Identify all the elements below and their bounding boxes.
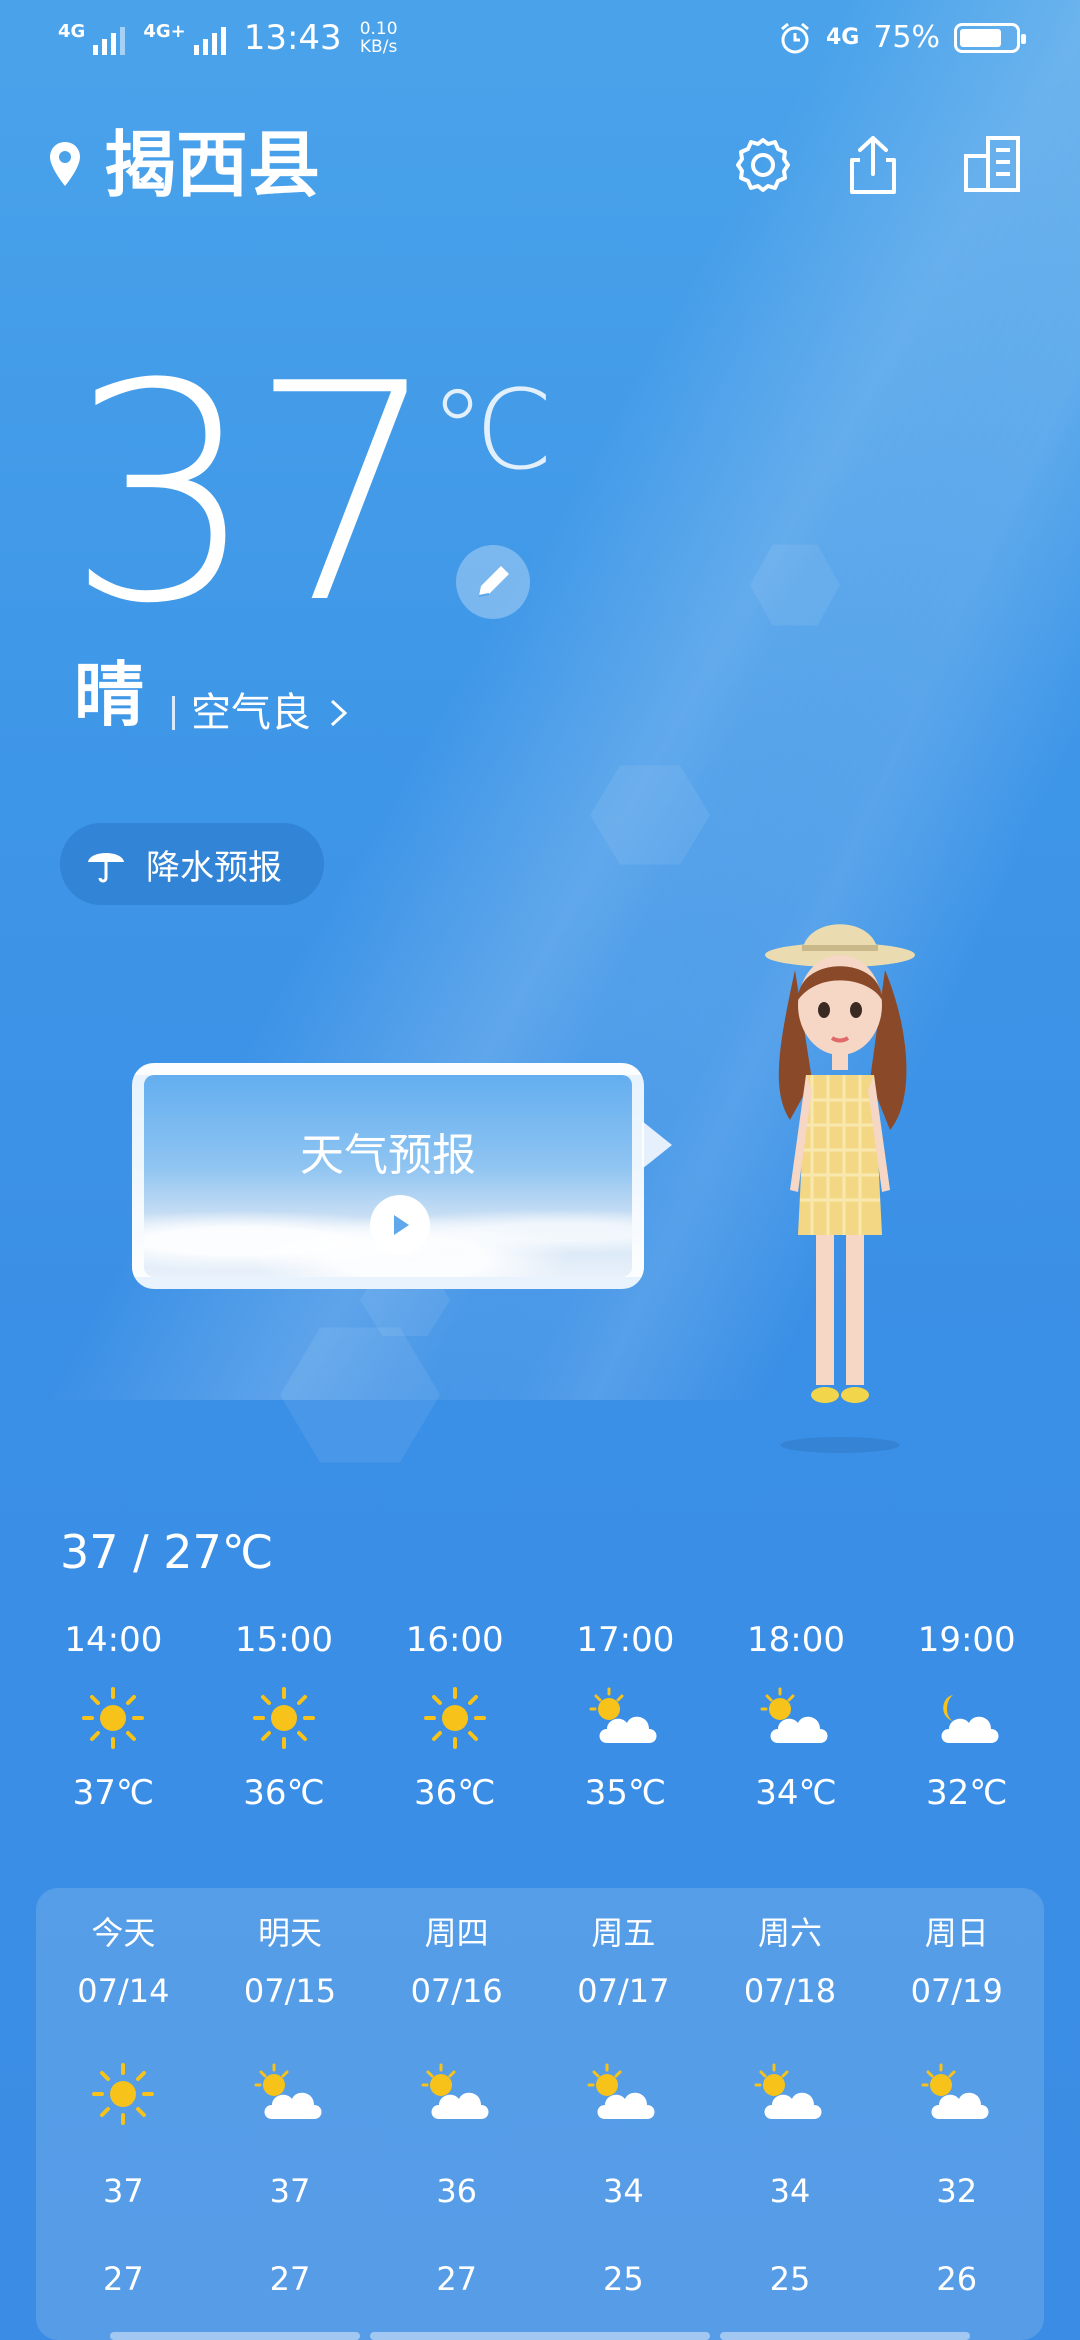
day-date: 07/17: [577, 1972, 670, 2010]
video-title: 天气预报: [300, 1130, 476, 1181]
daily-forecast[interactable]: 今天 07/14 37 27 明天 07/15 37 27 周四 07/16 3…: [36, 1888, 1044, 2340]
day-name: 周五: [591, 1914, 656, 1952]
day-high: 37: [269, 2172, 311, 2210]
night-cloudy-icon: [941, 1695, 999, 1743]
hour-time: 17:00: [576, 1620, 675, 1660]
day-low: 25: [602, 2260, 644, 2298]
network-type: 4G: [825, 25, 860, 50]
day-name: 周六: [758, 1914, 823, 1952]
decor-hexagon: [750, 544, 840, 626]
hour-temp: 32℃: [925, 1773, 1008, 1813]
hour-time: 18:00: [747, 1620, 846, 1660]
day-low: 27: [436, 2260, 478, 2298]
partly-cloudy-icon: [587, 2063, 655, 2119]
day-name: 明天: [258, 1914, 323, 1952]
today-temperature-range: 37 / 27℃: [60, 1525, 274, 1579]
weather-condition: 晴: [74, 654, 144, 736]
share-icon[interactable]: [838, 130, 908, 200]
divider: [172, 696, 175, 730]
daily-item[interactable]: 今天 07/14 37 27: [40, 1888, 207, 2340]
city-name[interactable]: 揭西县: [104, 120, 320, 210]
rain-forecast-button[interactable]: 降水预报: [60, 823, 324, 905]
status-bar: 4G 4G+ 13:43 0.10 KB/s 4G 75%: [0, 0, 1080, 80]
hour-temp: 37℃: [72, 1773, 155, 1813]
daily-item[interactable]: 周六 07/18 34 25: [707, 1888, 874, 2340]
location-pin-icon: [50, 142, 80, 186]
hour-temp: 35℃: [584, 1773, 667, 1813]
hour-time: 19:00: [917, 1620, 1016, 1660]
partly-cloudy-icon: [760, 1687, 828, 1743]
air-quality-label: 空气良: [191, 690, 311, 736]
partly-cloudy-icon: [421, 2063, 489, 2119]
edit-button[interactable]: [456, 545, 530, 619]
day-low: 27: [102, 2260, 144, 2298]
girl-avatar-illustration[interactable]: [740, 900, 940, 1460]
current-temperature: 37: [66, 320, 440, 669]
hour-time: 16:00: [405, 1620, 504, 1660]
day-date: 07/14: [77, 1972, 170, 2010]
hour-time: 15:00: [235, 1620, 333, 1660]
day-high: 36: [436, 2172, 478, 2210]
day-date: 07/18: [743, 1972, 837, 2010]
decor-hexagon: [590, 765, 710, 865]
day-high: 34: [769, 2172, 811, 2210]
day-high: 34: [602, 2172, 644, 2210]
sun-icon: [423, 1687, 486, 1749]
signal-icon: 4G+: [143, 21, 226, 55]
weather-video-card[interactable]: 天气预报: [132, 1063, 672, 1289]
chevron-right-icon: [330, 699, 348, 727]
daily-item[interactable]: 周四 07/16 36 27: [373, 1888, 540, 2340]
day-low: 25: [769, 2260, 811, 2298]
day-date: 07/16: [410, 1972, 503, 2010]
hourly-item: 16:00 36℃: [369, 1612, 540, 1813]
bottom-scroll-indicator: [0, 2332, 1080, 2340]
partly-cloudy-icon: [254, 2063, 322, 2119]
day-name: 周四: [424, 1914, 489, 1952]
decor-hexagon: [280, 1327, 440, 1463]
pencil-icon: [478, 566, 509, 597]
day-date: 07/15: [243, 1972, 337, 2010]
day-date: 07/19: [910, 1972, 1003, 2010]
alarm-icon: [780, 22, 809, 53]
header: 揭西县: [48, 120, 1032, 210]
gear-icon[interactable]: [728, 130, 798, 200]
play-icon: [394, 1215, 409, 1235]
rain-forecast-label: 降水预报: [146, 847, 282, 888]
city-manage-icon[interactable]: [958, 130, 1028, 200]
sun-icon: [82, 1687, 145, 1749]
hour-time: 14:00: [64, 1620, 163, 1660]
hourly-item: 14:00 37℃: [28, 1612, 199, 1813]
hour-temp: 36℃: [243, 1773, 325, 1813]
sun-icon: [92, 2063, 155, 2125]
clock: 13:43: [243, 18, 342, 58]
day-high: 32: [936, 2172, 978, 2210]
hourly-forecast: 14:00 37℃ 15:00 36℃ 16:00 36℃ 17:00 35℃ …: [28, 1612, 1052, 1813]
hourly-item: 17:00 35℃: [540, 1612, 711, 1813]
day-high: 37: [102, 2172, 144, 2210]
sun-icon: [253, 1687, 315, 1749]
umbrella-icon: [88, 853, 124, 883]
daily-item[interactable]: 周五 07/17 34 25: [540, 1888, 707, 2340]
partly-cloudy-icon: [589, 1687, 657, 1743]
hourly-item: 19:00 32℃: [881, 1612, 1052, 1813]
hour-temp: 36℃: [413, 1773, 496, 1813]
play-button[interactable]: [370, 1195, 430, 1255]
battery-icon: [954, 22, 1026, 53]
hour-temp: 34℃: [755, 1773, 837, 1813]
temperature-unit: ℃: [430, 366, 554, 494]
network-speed: 0.10 KB/s: [359, 19, 398, 57]
day-low: 26: [936, 2260, 978, 2298]
partly-cloudy-icon: [921, 2063, 989, 2119]
day-name: 今天: [91, 1914, 156, 1952]
daily-item[interactable]: 周日 07/19 32 26: [873, 1888, 1040, 2340]
hourly-item: 18:00 34℃: [711, 1612, 882, 1813]
day-low: 27: [269, 2260, 311, 2298]
partly-cloudy-icon: [754, 2063, 822, 2119]
hourly-item: 15:00 36℃: [199, 1612, 370, 1813]
battery-percent: 75%: [873, 20, 940, 55]
air-quality-link[interactable]: 空气良: [172, 685, 351, 741]
day-name: 周日: [924, 1914, 989, 1952]
daily-item[interactable]: 明天 07/15 37 27: [207, 1888, 374, 2340]
signal-icon: 4G: [58, 21, 126, 55]
